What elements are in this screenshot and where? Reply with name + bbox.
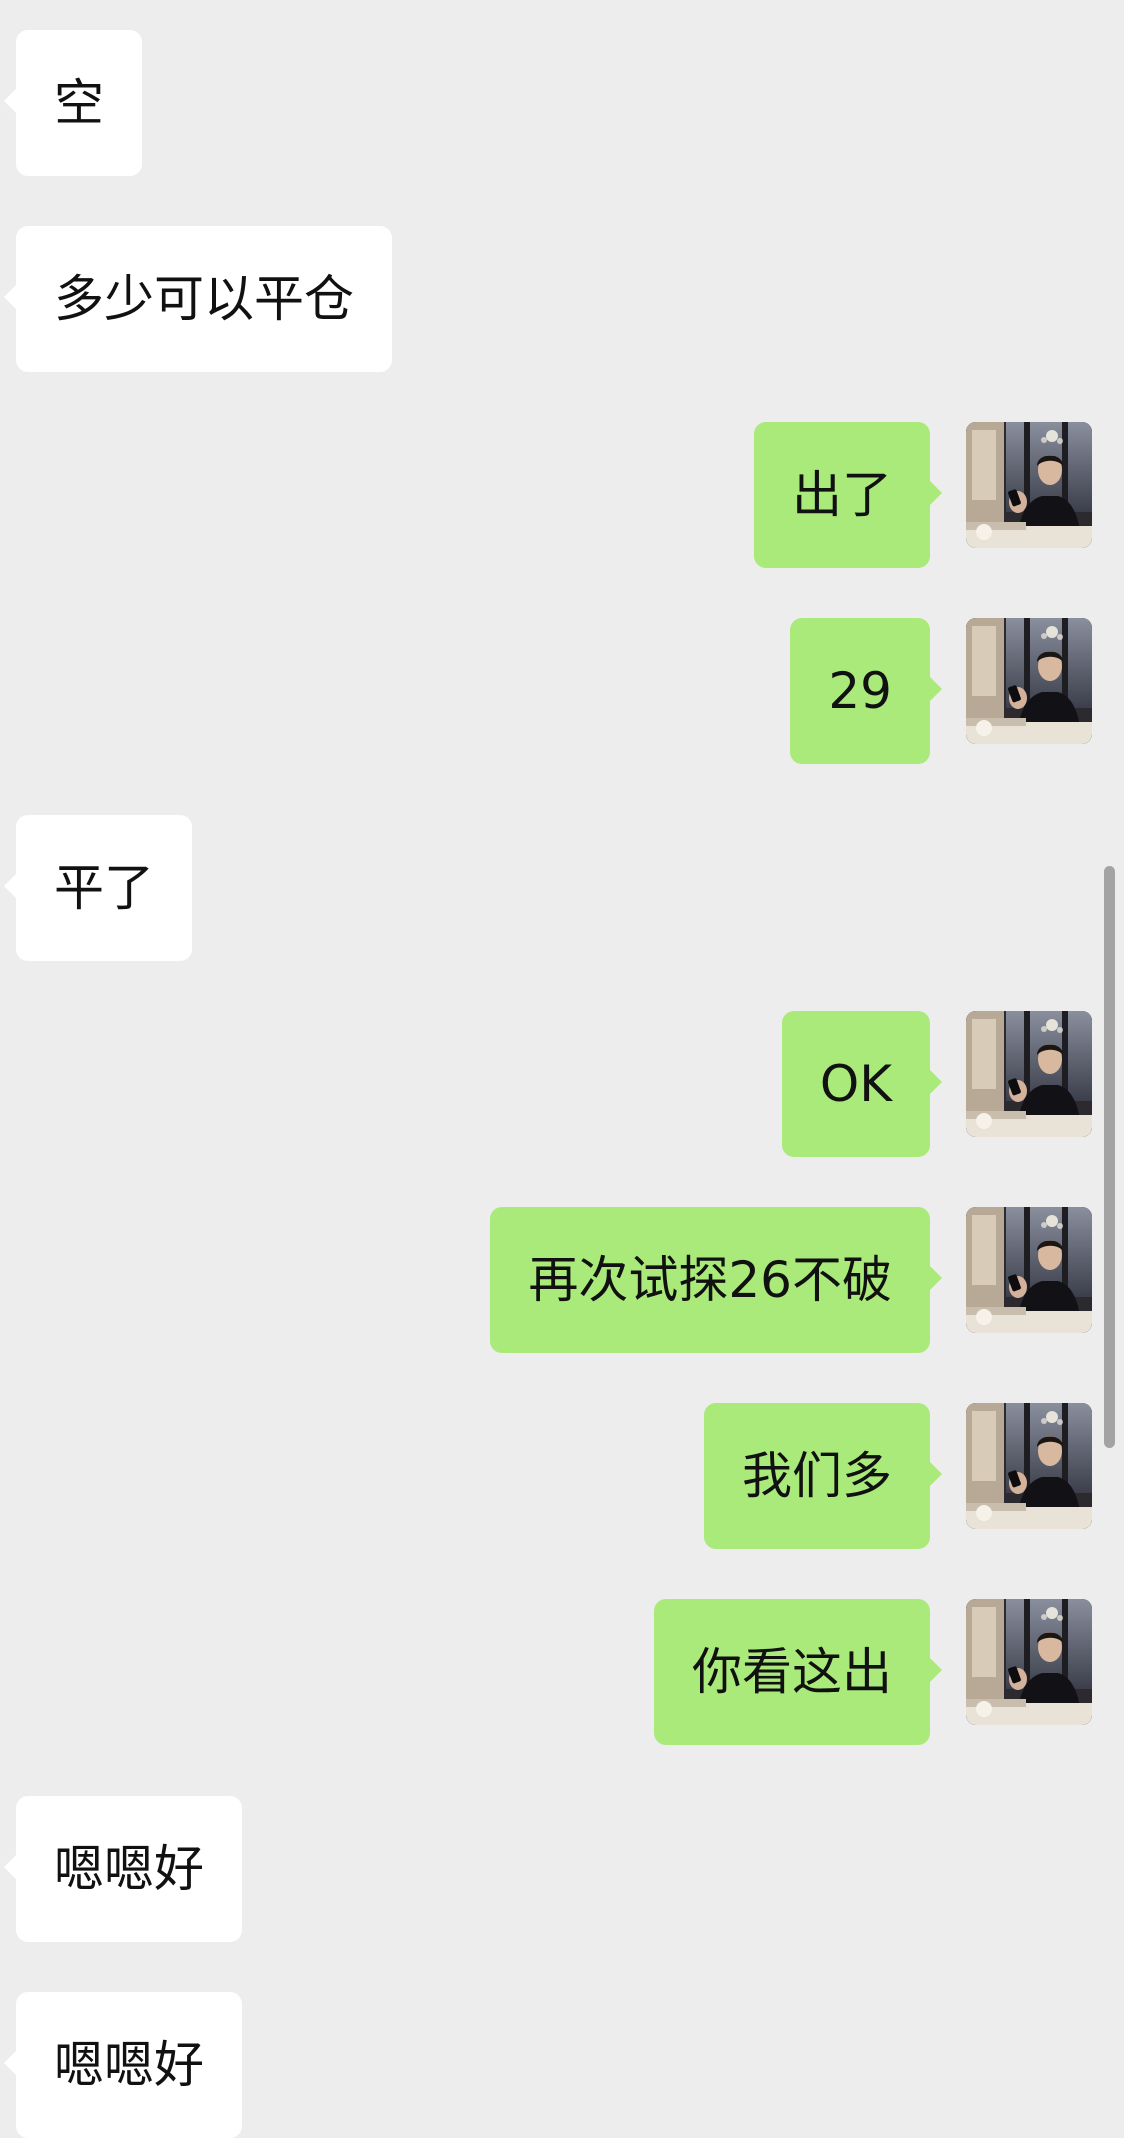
message-text: 空 [54, 74, 104, 132]
avatar-photo-image [966, 1403, 1092, 1529]
message-row-incoming: 嗯嗯好 [0, 1992, 1124, 2138]
message-text: 嗯嗯好 [54, 2036, 204, 2094]
user-avatar-photo[interactable] [966, 422, 1092, 548]
message-text: 我们多 [742, 1447, 892, 1505]
outgoing-message-bubble[interactable]: 你看这出 [654, 1599, 942, 1745]
message-text: 你看这出 [692, 1643, 892, 1701]
avatar-photo-image [966, 1011, 1092, 1137]
message-text: 平了 [54, 859, 154, 917]
avatar-photo-image [966, 1599, 1092, 1725]
message-row-incoming: 嗯嗯好 [0, 1796, 1124, 1942]
incoming-message-bubble[interactable]: 空 [4, 30, 142, 176]
bubble-tail [929, 1461, 942, 1487]
avatar-photo-image [966, 1207, 1092, 1333]
message-row-outgoing: 我们多 [0, 1403, 1124, 1549]
incoming-message-bubble[interactable]: 嗯嗯好 [4, 1796, 242, 1942]
message-text: 29 [828, 662, 892, 720]
message-row-outgoing: OK [0, 1011, 1124, 1157]
message-text: OK [819, 1055, 892, 1113]
user-avatar-photo[interactable] [966, 618, 1092, 744]
bubble-tail [4, 2050, 17, 2076]
message-text: 出了 [792, 466, 892, 524]
bubble-tail [929, 1657, 942, 1683]
bubble-tail [929, 1069, 942, 1095]
outgoing-message-bubble[interactable]: 再次试探26不破 [490, 1207, 942, 1353]
message-text: 多少可以平仓 [54, 270, 354, 328]
message-row-outgoing: 再次试探26不破 [0, 1207, 1124, 1353]
bubble-tail [929, 676, 942, 702]
bubble-tail [4, 88, 17, 114]
message-row-incoming: 多少可以平仓 [0, 226, 1124, 372]
message-text: 嗯嗯好 [54, 1840, 204, 1898]
user-avatar-photo[interactable] [966, 1403, 1092, 1529]
bubble-tail [929, 1265, 942, 1291]
scrollbar-thumb[interactable] [1104, 866, 1115, 1448]
avatar-photo-image [966, 422, 1092, 548]
user-avatar-photo[interactable] [966, 1599, 1092, 1725]
incoming-message-bubble[interactable]: 多少可以平仓 [4, 226, 392, 372]
incoming-message-bubble[interactable]: 平了 [4, 815, 192, 961]
bubble-tail [4, 284, 17, 310]
chat-message-list[interactable]: 空 多少可以平仓 出了 29 平了 OK 再次试探26不破 我们多 你看这出 嗯… [0, 0, 1124, 2138]
bubble-tail [4, 1854, 17, 1880]
user-avatar-photo[interactable] [966, 1011, 1092, 1137]
user-avatar-photo[interactable] [966, 1207, 1092, 1333]
message-row-outgoing: 出了 [0, 422, 1124, 568]
avatar-photo-image [966, 618, 1092, 744]
incoming-message-bubble[interactable]: 嗯嗯好 [4, 1992, 242, 2138]
message-row-incoming: 空 [0, 30, 1124, 176]
message-row-outgoing: 29 [0, 618, 1124, 764]
outgoing-message-bubble[interactable]: 我们多 [704, 1403, 942, 1549]
outgoing-message-bubble[interactable]: OK [781, 1011, 942, 1157]
message-row-incoming: 平了 [0, 815, 1124, 961]
message-row-outgoing: 你看这出 [0, 1599, 1124, 1745]
bubble-tail [4, 873, 17, 899]
message-text: 再次试探26不破 [528, 1251, 892, 1309]
outgoing-message-bubble[interactable]: 29 [790, 618, 942, 764]
bubble-tail [929, 480, 942, 506]
outgoing-message-bubble[interactable]: 出了 [754, 422, 942, 568]
